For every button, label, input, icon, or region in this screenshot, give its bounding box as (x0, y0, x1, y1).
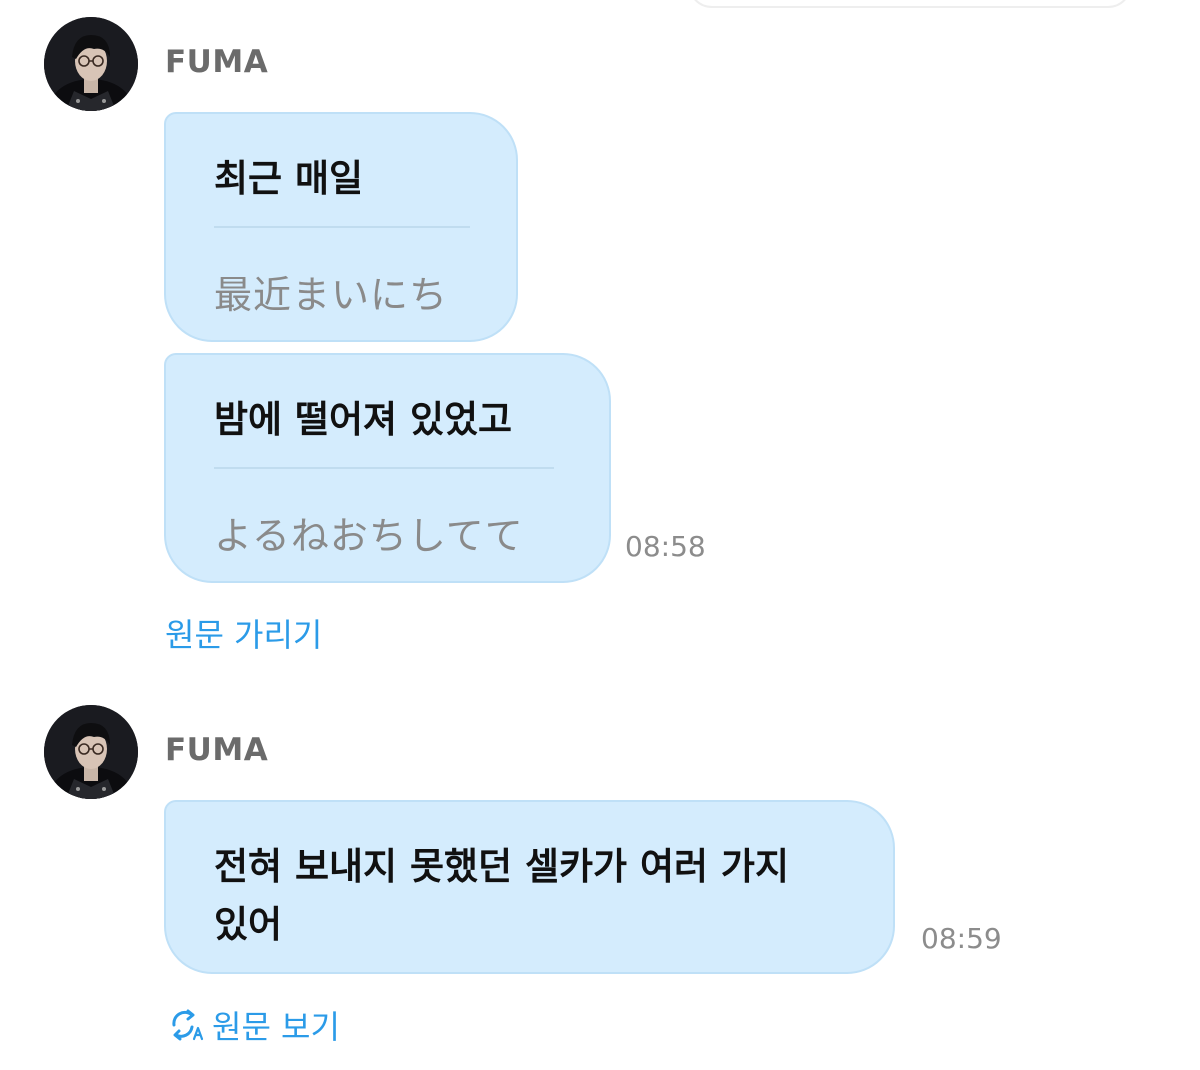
original-text: よるねおちしてて (214, 514, 524, 558)
avatar[interactable] (44, 705, 138, 799)
bubble-divider (214, 467, 554, 469)
message-bubble[interactable]: 밤에 떨어져 있었고 よるねおちしてて (164, 353, 611, 583)
original-text: 最近まいにち (214, 273, 449, 317)
sender-name: FUMA (165, 732, 269, 768)
previous-message-bubble-edge (688, 0, 1132, 8)
sender-name: FUMA (165, 44, 269, 80)
message-timestamp: 08:58 (625, 530, 706, 563)
show-original-link[interactable]: 원문 보기 (212, 1002, 340, 1048)
translated-text: 최근 매일 (214, 157, 364, 200)
translate-icon[interactable] (168, 1007, 204, 1041)
avatar[interactable] (44, 17, 138, 111)
translated-text-line: 있어 (214, 903, 283, 946)
message-bubble[interactable]: 전혀 보내지 못했던 셀카가 여러 가지 있어 (164, 800, 895, 974)
bubble-divider (214, 226, 470, 228)
translated-text: 밤에 떨어져 있었고 (214, 398, 513, 441)
message-bubble[interactable]: 최근 매일 最近まいにち (164, 112, 518, 342)
hide-original-link[interactable]: 원문 가리기 (165, 610, 322, 656)
message-timestamp: 08:59 (921, 922, 1002, 955)
translated-text-line: 전혀 보내지 못했던 셀카가 여러 가지 (214, 845, 790, 888)
